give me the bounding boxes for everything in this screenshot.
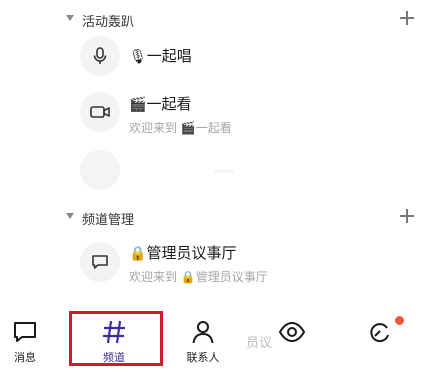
- add-channel-plus-icon[interactable]: [399, 208, 415, 224]
- bottom-tab-bar: 消息 频道 联系人: [0, 306, 425, 384]
- channel-name: 管理员议事厅: [146, 244, 237, 262]
- channel-subtitle-prefix: 欢迎来到: [129, 121, 178, 135]
- collapse-caret-icon[interactable]: [66, 15, 74, 21]
- channel-subtitle-name: 一起看: [195, 121, 232, 135]
- microphone-icon: [80, 36, 120, 76]
- chat-bubble-icon: [80, 242, 120, 282]
- highlight-box: [69, 311, 163, 366]
- message-icon: [14, 322, 36, 342]
- overlap-text: 员议: [246, 336, 273, 351]
- tab-label: 消息: [14, 351, 36, 364]
- placeholder-avatar: [80, 150, 120, 190]
- tab-messages[interactable]: 消息: [0, 314, 57, 370]
- channel-item-admin-hall[interactable]: 🔒管理员议事厅 欢迎来到 🔒管理员议事厅: [0, 242, 425, 286]
- channel-item-sing[interactable]: 🎙一起唱: [0, 36, 425, 80]
- placeholder-line: [214, 170, 234, 173]
- channel-name: 一起唱: [146, 47, 192, 65]
- collapse-caret-icon[interactable]: [66, 213, 74, 219]
- section-header-channel-management[interactable]: 频道管理: [0, 204, 425, 232]
- notification-badge: [395, 316, 404, 325]
- channel-subtitle-name: 管理员议事厅: [195, 270, 268, 284]
- tab-contacts[interactable]: 联系人: [171, 314, 235, 370]
- channel-subtitle-prefix: 欢迎来到: [129, 270, 178, 284]
- video-camera-icon: [80, 92, 120, 132]
- clapperboard-emoji-icon: 🎬: [180, 121, 196, 135]
- section-header-activities[interactable]: 活动轰趴: [0, 6, 425, 34]
- lock-emoji-icon: 🔒: [129, 246, 147, 262]
- refresh-icon: [370, 323, 389, 343]
- section-title: 频道管理: [82, 213, 135, 228]
- lock-emoji-icon: 🔒: [180, 270, 196, 284]
- clapperboard-emoji-icon: 🎬: [129, 97, 147, 113]
- section-title: 活动轰趴: [82, 15, 135, 30]
- eye-icon: [278, 321, 306, 343]
- channel-item-watch[interactable]: 🎬一起看 欢迎来到 🎬一起看: [0, 92, 425, 136]
- add-channel-plus-icon[interactable]: [399, 10, 415, 26]
- channel-name: 一起看: [146, 95, 192, 113]
- person-icon: [192, 321, 214, 344]
- microphone-emoji-icon: 🎙: [129, 49, 147, 65]
- tab-label: 联系人: [186, 351, 220, 364]
